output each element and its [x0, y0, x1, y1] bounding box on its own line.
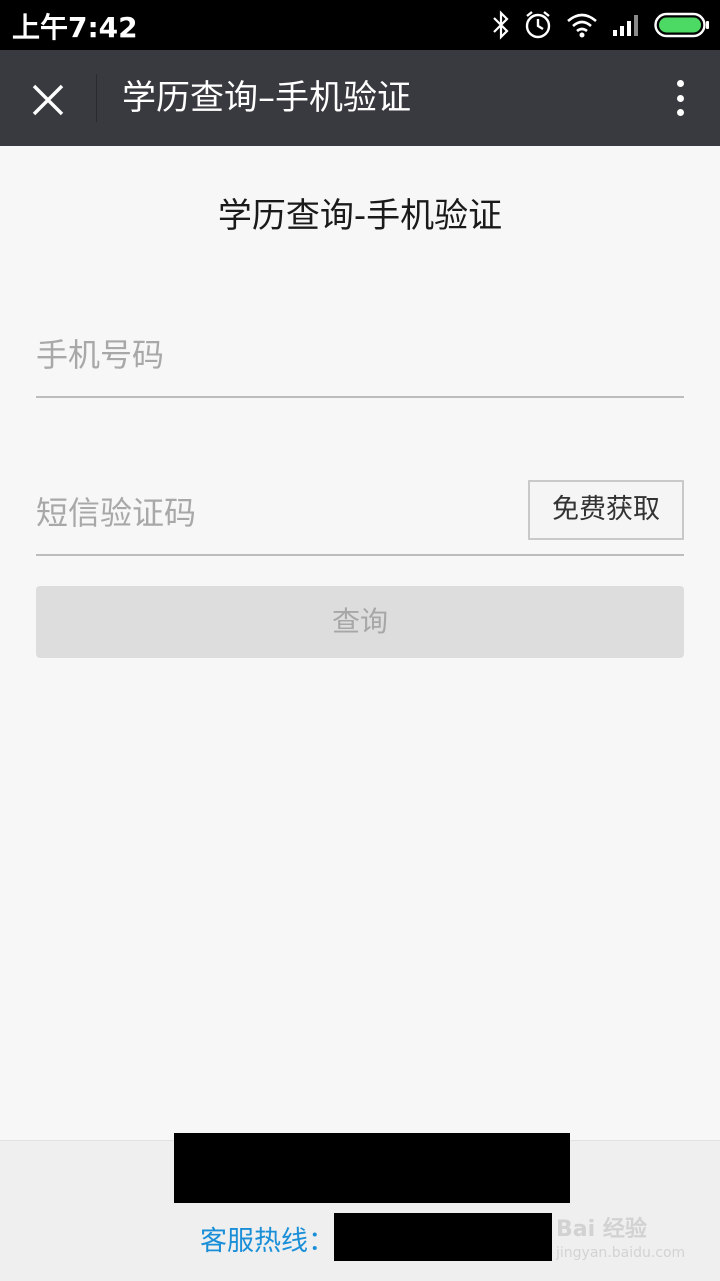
close-icon: [32, 84, 64, 116]
wifi-icon: [566, 12, 598, 38]
status-icons: [492, 8, 710, 42]
more-dot-icon: [676, 80, 684, 87]
status-bar: 上午7:42: [0, 0, 720, 50]
alarm-icon: [524, 10, 552, 40]
nav-divider: [96, 74, 97, 122]
redacted-block: [174, 1133, 570, 1203]
battery-icon: [654, 12, 710, 38]
nav-bar: 学历查询–手机验证: [0, 50, 720, 146]
more-dot-icon: [676, 109, 684, 116]
close-button[interactable]: [22, 74, 74, 126]
redacted-phone-number: [334, 1213, 552, 1261]
sms-code-input[interactable]: [36, 488, 506, 538]
more-dot-icon: [676, 94, 684, 102]
phone-input[interactable]: [36, 330, 506, 380]
phone-field: [36, 316, 684, 398]
nav-title: 学历查询–手机验证: [122, 78, 411, 118]
bluetooth-icon: [492, 10, 510, 40]
signal-icon: [612, 13, 640, 37]
sms-field: 免费获取: [36, 474, 684, 556]
page-title: 学历查询-手机验证: [217, 196, 503, 236]
more-options-button[interactable]: [668, 74, 692, 122]
query-button[interactable]: 查询: [36, 586, 684, 658]
footer: 客服热线： Bai 经验 jingyan.baidu.com: [0, 1133, 720, 1281]
main-content: 学历查询-手机验证 免费获取 查询: [0, 146, 720, 1140]
get-code-button[interactable]: 免费获取: [528, 480, 684, 540]
status-time: 上午7:42: [12, 11, 138, 44]
baidu-watermark-url: jingyan.baidu.com: [556, 1245, 686, 1261]
baidu-watermark: Bai 经验: [556, 1217, 647, 1242]
hotline-label: 客服热线：: [200, 1226, 335, 1257]
